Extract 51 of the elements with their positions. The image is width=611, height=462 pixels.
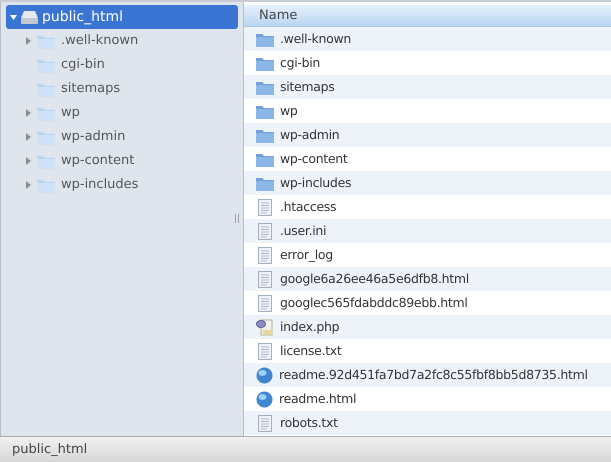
document-icon: [258, 222, 272, 240]
document-icon: [258, 414, 272, 432]
folder-icon: [37, 130, 55, 144]
expander-icon[interactable]: [26, 37, 31, 45]
tree-item[interactable]: wp-includes: [6, 173, 238, 197]
folder-icon: [37, 82, 55, 96]
document-icon: [258, 342, 272, 360]
tree-item[interactable]: cgi-bin: [6, 53, 238, 77]
folder-icon: [256, 104, 274, 118]
tree-item[interactable]: wp-content: [6, 149, 238, 173]
document-icon: [258, 198, 272, 216]
folder-icon: [256, 56, 274, 70]
document-icon: [258, 246, 272, 264]
folder-icon: [256, 128, 274, 142]
folder-icon: [256, 152, 274, 166]
globe-icon: [256, 366, 273, 384]
document-icon: [258, 294, 272, 312]
folder-icon: [37, 106, 55, 120]
folder-icon: [37, 34, 55, 48]
script-file-icon: [256, 318, 274, 336]
file-row[interactable]: index.php: [244, 315, 611, 339]
globe-icon: [256, 390, 273, 408]
expander-icon[interactable]: [26, 181, 31, 189]
file-row[interactable]: robots.txt: [244, 411, 611, 435]
folder-icon: [37, 178, 55, 192]
expander-icon[interactable]: [10, 14, 17, 20]
expander-icon[interactable]: [26, 133, 31, 141]
file-row[interactable]: wp-includes: [244, 171, 611, 195]
file-row[interactable]: .well-known: [244, 27, 611, 51]
file-row[interactable]: google6a26ee46a5e6dfb8.html: [244, 267, 611, 291]
tree-item[interactable]: .well-known: [6, 29, 238, 53]
splitter-handle-icon[interactable]: [235, 214, 239, 223]
folder-icon: [37, 154, 55, 168]
folder-icon: [37, 58, 55, 72]
tree-item[interactable]: wp-admin: [6, 125, 238, 149]
folder-icon: [256, 32, 274, 46]
file-row[interactable]: readme.92d451fa7bd7a2fc8c55fbf8bb5d8735.html: [244, 363, 611, 387]
file-row[interactable]: .user.ini: [244, 219, 611, 243]
folder-icon: [256, 176, 274, 190]
tree-item[interactable]: sitemaps: [6, 77, 238, 101]
status-bar: public_html: [0, 436, 611, 462]
column-header[interactable]: Name: [244, 5, 611, 27]
folder-icon: [256, 80, 274, 94]
drive-icon: [21, 10, 38, 24]
file-row[interactable]: sitemaps: [244, 75, 611, 99]
tree-item[interactable]: public_html: [6, 5, 238, 29]
file-row[interactable]: wp-admin: [244, 123, 611, 147]
expander-icon[interactable]: [26, 157, 31, 165]
tree-item[interactable]: wp: [6, 101, 238, 125]
document-icon: [258, 270, 272, 288]
expander-icon[interactable]: [26, 109, 31, 117]
